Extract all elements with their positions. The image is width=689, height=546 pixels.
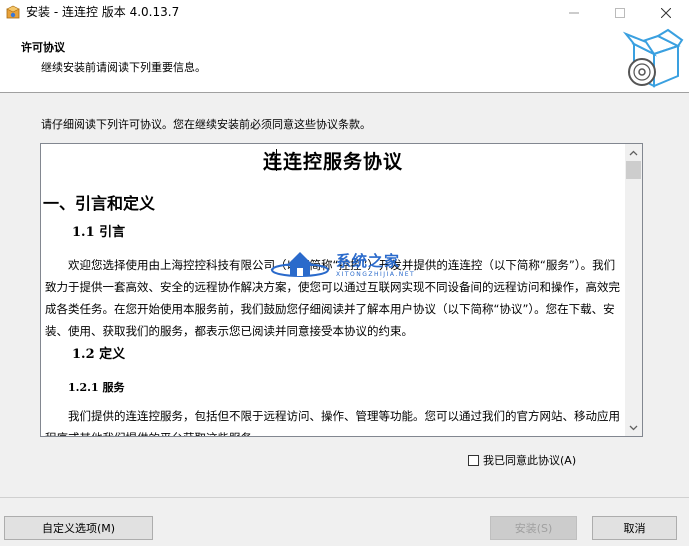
- close-icon: [661, 8, 671, 18]
- cancel-button[interactable]: 取消: [592, 516, 677, 540]
- box-disc-icon: [622, 28, 684, 88]
- page-subtitle: 继续安装前请阅读下列重要信息。: [41, 61, 206, 74]
- header-divider: [0, 92, 689, 93]
- window-title: 安装 - 连连控 版本 4.0.13.7: [26, 5, 180, 19]
- text-caret: [276, 149, 277, 171]
- scroll-up-button[interactable]: [625, 144, 642, 161]
- chevron-down-icon: [629, 425, 638, 430]
- installer-window: 安装 - 连连控 版本 4.0.13.7 许可协议 继续安装前请阅读下列重要信息…: [0, 0, 689, 546]
- vertical-scrollbar[interactable]: [625, 144, 642, 436]
- maximize-button[interactable]: [597, 0, 643, 26]
- license-subsection-heading: 1.2 定义: [72, 347, 126, 362]
- agree-label[interactable]: 我已同意此协议(A): [483, 452, 576, 468]
- instructions-text: 请仔细阅读下列许可协议。您在继续安装前必须同意这些协议条款。: [41, 118, 371, 131]
- license-subsection-heading: 1.1 引言: [72, 225, 126, 240]
- minimize-button[interactable]: [551, 0, 597, 26]
- license-title: 连连控服务协议: [262, 151, 403, 173]
- agree-checkbox-row[interactable]: 我已同意此协议(A): [468, 453, 576, 467]
- install-button[interactable]: 安装(S): [490, 516, 577, 540]
- maximize-icon: [615, 8, 625, 18]
- header-panel: 许可协议 继续安装前请阅读下列重要信息。: [0, 26, 689, 92]
- license-textarea[interactable]: 连连控服务协议 一、引言和定义 1.1 引言 欢迎您选择使用由上海控控科技有限公…: [40, 143, 643, 437]
- footer-divider: [0, 497, 689, 498]
- page-title: 许可协议: [21, 41, 65, 54]
- license-paragraph: 欢迎您选择使用由上海控控科技有限公司（以下简称“控控”）开发并提供的连连控（以下…: [45, 258, 620, 338]
- chevron-up-icon: [629, 150, 638, 155]
- scroll-thumb[interactable]: [626, 161, 641, 179]
- license-paragraph: 我们提供的连连控服务，包括但不限于远程访问、操作、管理等功能。您可以通过我们的官…: [45, 409, 620, 436]
- license-subsubsection-heading: 1.2.1 服务: [68, 381, 125, 394]
- title-bar: 安装 - 连连控 版本 4.0.13.7: [0, 0, 689, 26]
- scroll-down-button[interactable]: [625, 419, 642, 436]
- license-section-heading: 一、引言和定义: [43, 194, 156, 213]
- agree-checkbox[interactable]: [468, 454, 479, 466]
- license-content: 连连控服务协议 一、引言和定义 1.1 引言 欢迎您选择使用由上海控控科技有限公…: [41, 144, 625, 436]
- minimize-icon: [569, 12, 579, 14]
- custom-options-button[interactable]: 自定义选项(M): [4, 516, 153, 540]
- close-button[interactable]: [643, 0, 689, 26]
- installer-box-icon: [6, 5, 20, 19]
